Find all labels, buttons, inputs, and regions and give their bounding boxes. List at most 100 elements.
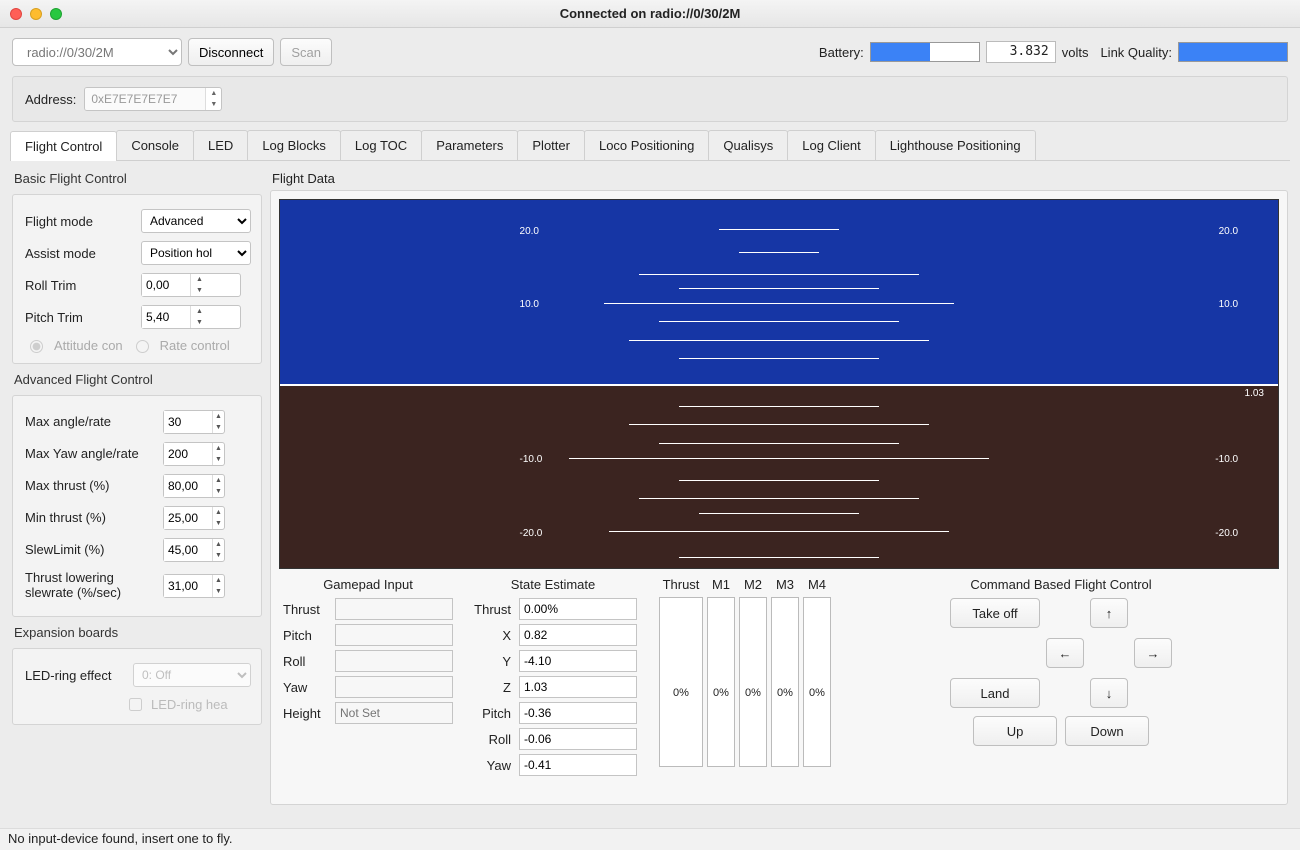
max-thrust-input[interactable] (164, 475, 212, 497)
pitch-label-right: 10.0 (1219, 299, 1238, 310)
tab-parameters[interactable]: Parameters (421, 130, 518, 160)
window-title: Connected on radio://0/30/2M (0, 6, 1300, 21)
tab-plotter[interactable]: Plotter (517, 130, 585, 160)
motor-title-thrust: Thrust (663, 577, 700, 597)
thrust-lower-input[interactable] (164, 575, 212, 597)
uri-combo[interactable]: radio://0/30/2M (12, 38, 182, 66)
address-field[interactable]: ▲▼ (84, 87, 222, 111)
gp-yaw-input (335, 676, 453, 698)
max-thrust-spinner[interactable]: ▲▼ (163, 474, 225, 498)
roll-trim-label: Roll Trim (25, 278, 133, 293)
roll-trim-input[interactable] (142, 274, 190, 296)
gp-pitch-label: Pitch (283, 628, 331, 643)
attitude-radio-label: Attitude con (54, 338, 123, 353)
tab-lighthouse-positioning[interactable]: Lighthouse Positioning (875, 130, 1036, 160)
assist-mode-label: Assist mode (25, 246, 133, 261)
roll-trim-spinner[interactable]: ▲▼ (141, 273, 241, 297)
max-angle-input[interactable] (164, 411, 212, 433)
slew-limit-spinner[interactable]: ▲▼ (163, 538, 225, 562)
land-button[interactable]: Land (950, 678, 1040, 708)
scan-button[interactable]: Scan (280, 38, 332, 66)
horizon-sky (280, 200, 1278, 384)
m1-bar: 0% (707, 597, 735, 767)
gp-yaw-label: Yaw (283, 680, 331, 695)
st-thrust-input (519, 598, 637, 620)
basic-heading: Basic Flight Control (14, 171, 262, 186)
pitch-label-right: 20.0 (1219, 226, 1238, 237)
arrow-right-button[interactable]: → (1134, 638, 1172, 668)
flight-mode-select[interactable]: Advanced (141, 209, 251, 233)
pitch-line (629, 424, 929, 425)
command-title: Command Based Flight Control (847, 577, 1275, 592)
battery-label: Battery: (819, 45, 864, 60)
right-column: Flight Data 20.0 20.0 10.0 10.0 1 (270, 169, 1288, 805)
arrow-up-button[interactable]: ↑ (1090, 598, 1128, 628)
tab-flight-control[interactable]: Flight Control (10, 131, 117, 161)
battery-bar (870, 42, 980, 62)
status-bar: No input-device found, insert one to fly… (0, 828, 1300, 850)
slew-limit-input[interactable] (164, 539, 212, 561)
pitch-line (569, 458, 989, 459)
flight-data-panel: 20.0 20.0 10.0 10.0 1.03 -10.0 -10.0 (270, 190, 1288, 805)
led-ring-label: LED-ring effect (25, 668, 125, 683)
tab-log-client[interactable]: Log Client (787, 130, 876, 160)
pitch-line (739, 252, 819, 253)
state-title: State Estimate (469, 577, 637, 592)
gamepad-panel: Gamepad Input Thrust Pitch Roll Yaw Heig… (283, 577, 453, 778)
max-yaw-input[interactable] (164, 443, 212, 465)
tab-qualisys[interactable]: Qualisys (708, 130, 788, 160)
takeoff-button[interactable]: Take off (950, 598, 1040, 628)
up-button[interactable]: Up (973, 716, 1057, 746)
pitch-trim-label: Pitch Trim (25, 310, 133, 325)
thrust-lower-spinner[interactable]: ▲▼ (163, 574, 225, 598)
advanced-heading: Advanced Flight Control (14, 372, 262, 387)
tab-console[interactable]: Console (116, 130, 194, 160)
m1-value: 0% (708, 687, 734, 699)
led-head-checkbox[interactable] (129, 698, 142, 711)
pitch-line (604, 303, 954, 304)
thrust-bar: 0% (659, 597, 703, 767)
spinner-arrows-icon[interactable]: ▲▼ (205, 88, 221, 110)
pitch-line (659, 321, 899, 322)
pitch-trim-input[interactable] (142, 306, 190, 328)
motor-title-m4: M4 (808, 577, 826, 597)
min-thrust-spinner[interactable]: ▲▼ (163, 506, 225, 530)
motor-title-m2: M2 (744, 577, 762, 597)
max-yaw-spinner[interactable]: ▲▼ (163, 442, 225, 466)
tab-log-blocks[interactable]: Log Blocks (247, 130, 341, 160)
st-y-input (519, 650, 637, 672)
tab-led[interactable]: LED (193, 130, 248, 160)
address-row: Address: ▲▼ (12, 76, 1288, 122)
address-input[interactable] (85, 88, 205, 110)
max-angle-spinner[interactable]: ▲▼ (163, 410, 225, 434)
gp-pitch-input (335, 624, 453, 646)
arrow-left-button[interactable]: ← (1046, 638, 1084, 668)
thrust-value: 0% (660, 687, 702, 699)
attitude-radio[interactable] (30, 340, 43, 353)
assist-mode-select[interactable]: Position hol (141, 241, 251, 265)
bottom-panels: Gamepad Input Thrust Pitch Roll Yaw Heig… (279, 575, 1279, 780)
flight-mode-label: Flight mode (25, 214, 133, 229)
pitch-trim-spinner[interactable]: ▲▼ (141, 305, 241, 329)
pitch-line (629, 340, 929, 341)
link-quality-label: Link Quality: (1100, 45, 1172, 60)
arrow-down-button[interactable]: ↓ (1090, 678, 1128, 708)
st-x-input (519, 624, 637, 646)
max-thrust-label: Max thrust (%) (25, 479, 155, 494)
st-roll-input (519, 728, 637, 750)
disconnect-button[interactable]: Disconnect (188, 38, 274, 66)
expansion-boards-group: LED-ring effect 0: Off LED-ring hea (12, 648, 262, 725)
pitch-line (639, 498, 919, 499)
led-ring-select[interactable]: 0: Off (133, 663, 251, 687)
gp-height-input (335, 702, 453, 724)
min-thrust-input[interactable] (164, 507, 212, 529)
m2-bar: 0% (739, 597, 767, 767)
titlebar: Connected on radio://0/30/2M (0, 0, 1300, 28)
tab-log-toc[interactable]: Log TOC (340, 130, 422, 160)
pitch-label-left: -10.0 (520, 454, 543, 465)
connection-toolbar: radio://0/30/2M Disconnect Scan Battery:… (0, 28, 1300, 72)
down-button[interactable]: Down (1065, 716, 1149, 746)
tab-loco-positioning[interactable]: Loco Positioning (584, 130, 709, 160)
rate-radio[interactable] (136, 340, 149, 353)
m2-value: 0% (740, 687, 766, 699)
